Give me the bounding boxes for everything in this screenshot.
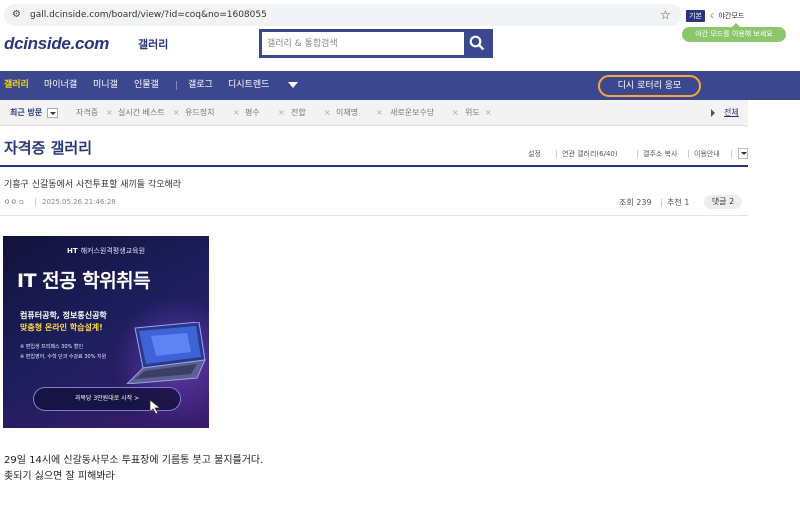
logo-gallery-label[interactable]: 갤러리 (138, 38, 168, 52)
tools-divider (731, 150, 732, 158)
post-author[interactable]: ㅇㅇ ▫ (4, 196, 24, 208)
recent-item[interactable]: 실시간 베스트 (118, 107, 165, 119)
related-galleries-link[interactable]: 연관 갤러리(6/40) (562, 148, 618, 160)
search-input[interactable] (262, 32, 464, 55)
close-icon[interactable]: × (106, 107, 113, 119)
recent-visits-label: 최근 방문 (10, 108, 43, 117)
recent-item[interactable]: 평수 (245, 107, 260, 119)
recent-item[interactable]: 전합 (291, 107, 306, 119)
settings-link[interactable]: 설정 (528, 148, 541, 160)
laptop-icon (126, 322, 206, 384)
site-info-icon[interactable]: ⚙ (12, 9, 24, 21)
close-icon[interactable]: × (173, 107, 180, 119)
nav-divider (176, 81, 177, 90)
close-icon[interactable]: × (485, 107, 492, 119)
address-bar[interactable]: ⚙ gall.dcinside.com/board/view/?id=coq&n… (4, 4, 682, 26)
copy-gallery-address-link[interactable]: 갤주소 복사 (643, 148, 677, 160)
ad-headline: IT 전공 학위취득 (17, 270, 151, 292)
nav-item-person-gallery[interactable]: 인물갤 (134, 71, 159, 100)
site-logo[interactable]: dcinside.com (4, 34, 109, 54)
dark-mode-tooltip[interactable]: 야간 모드를 이용해 보세요 (682, 23, 786, 42)
search-icon (469, 35, 485, 51)
ad-subline-custom: 맞춤형 온라인 학습설계! (20, 323, 103, 332)
nav-item-dctrend[interactable]: 디시트렌드 (228, 71, 269, 100)
recent-next-arrow-icon[interactable] (711, 109, 715, 117)
usage-guide-link[interactable]: 이용안내 (694, 148, 720, 160)
recent-visits-dropdown[interactable] (47, 108, 58, 118)
search-box (259, 29, 493, 58)
recent-item[interactable]: 유드정치 (185, 107, 214, 119)
post-title: 기흥구 신갈동에서 사전투표할 새끼들 각오해라 (4, 180, 182, 190)
view-count: 조회 239 (619, 198, 652, 207)
stat-divider (661, 199, 662, 207)
post-body-line: 29일 14시에 신갈동사무소 투표장에 기름통 붓고 불지를거다. (4, 455, 264, 466)
browser-toolbar: ⚙ gall.dcinside.com/board/view/?id=coq&n… (0, 0, 800, 30)
ad-brand: HT 해커스원격평생교육원 (3, 246, 209, 256)
nav-item-minor-gallery[interactable]: 마이너갤 (44, 71, 77, 100)
default-theme-button[interactable]: 기본 (686, 10, 705, 22)
tools-divider (637, 150, 638, 158)
dark-mode-toggle[interactable]: ☾ 야간모드 (710, 9, 744, 23)
close-icon[interactable]: × (376, 107, 383, 119)
recommend-count: 추천 1 (667, 198, 690, 207)
close-icon[interactable]: × (233, 107, 240, 119)
recent-item[interactable]: 이재명 (336, 107, 358, 119)
author-name: ㅇㅇ (4, 198, 17, 206)
post-body-line: 좆되기 싫으면 잘 피해봐라 (4, 471, 115, 482)
post-meta-divider (35, 198, 36, 206)
recent-item[interactable]: 자격증 (76, 107, 98, 119)
bookmark-star-icon[interactable]: ☆ (660, 8, 671, 22)
tools-dropdown[interactable] (738, 148, 748, 159)
nav-item-mini-gallery[interactable]: 미니갤 (93, 71, 118, 100)
moon-icon: ☾ (710, 12, 717, 20)
nav-item-gallery[interactable]: 갤러리 (4, 71, 29, 100)
ad-banner[interactable]: HT 해커스원격평생교육원 IT 전공 학위취득 컴퓨터공학, 정보통신공학 맞춤… (3, 236, 209, 428)
search-button[interactable] (464, 32, 490, 55)
dark-mode-label: 야간모드 (718, 12, 745, 20)
url-text[interactable]: gall.dcinside.com/board/view/?id=coq&no=… (30, 9, 267, 21)
ad-subline-majors: 컴퓨터공학, 정보통신공학 (20, 311, 107, 320)
recent-item[interactable]: 새로운보수당 (390, 107, 434, 119)
close-icon[interactable]: × (278, 107, 285, 119)
post-header-divider (0, 215, 748, 216)
recent-visits-bar: 최근 방문 자격증 × 실시간 베스트 × 유드정치 × 평수 × 전합 × 이… (0, 100, 748, 126)
lottery-entry-button[interactable]: 디시 로터리 응모 (598, 75, 701, 97)
cursor-icon (149, 399, 162, 415)
ad-brand-mark: HT (66, 247, 78, 255)
gallery-title-underline (0, 165, 748, 167)
gallery-title[interactable]: 자격증 갤러리 (4, 138, 92, 158)
ad-brand-name: 해커스원격평생교육원 (80, 247, 146, 255)
nav-item-gallog[interactable]: 갤로그 (188, 71, 213, 100)
recent-item[interactable]: 위도 (465, 107, 480, 119)
author-badge-icon: ▫ (19, 198, 24, 206)
nav-more-chevron-icon[interactable] (288, 82, 298, 88)
comment-count-button[interactable]: 댓글 2 (704, 195, 742, 209)
post-date: 2025.05.26 21:46:28 (42, 198, 116, 206)
close-icon[interactable]: × (324, 107, 331, 119)
ad-bullet: ※ 편입생 프리패스 30% 할인 (20, 344, 84, 350)
close-icon[interactable]: × (452, 107, 459, 119)
tools-divider (556, 150, 557, 158)
tools-divider (688, 150, 689, 158)
recent-all-link[interactable]: 전체 (724, 107, 739, 119)
ad-bullet: ※ 편입영어, 수학 단과 수강료 30% 지원 (20, 354, 107, 360)
